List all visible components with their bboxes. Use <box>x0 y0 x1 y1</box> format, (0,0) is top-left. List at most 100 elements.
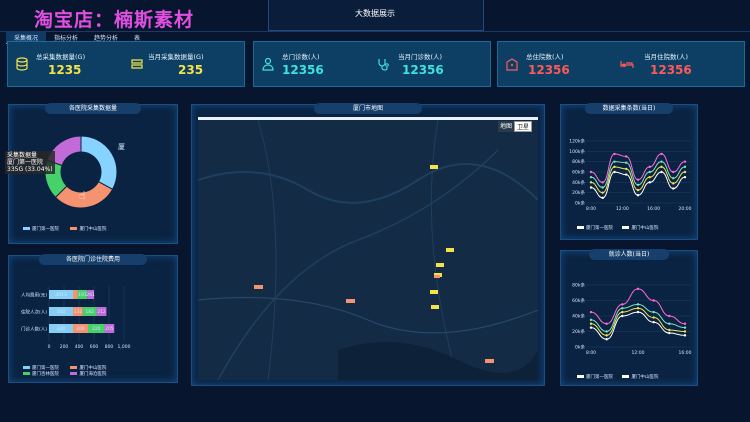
x-tick-label: 16:00 <box>679 350 692 356</box>
legend-item[interactable]: 厦门中山医院 <box>622 375 658 380</box>
bar-label: 310 <box>57 309 66 315</box>
donut-chart[interactable] <box>9 105 177 243</box>
x-tick-label: 600 <box>90 344 99 350</box>
bar-label: 320 <box>57 326 66 332</box>
legend-item[interactable]: 厦门中山医院 <box>622 226 658 231</box>
data-point <box>621 303 624 306</box>
data-point <box>683 170 687 174</box>
data-point <box>589 318 593 322</box>
data-point <box>683 175 687 179</box>
stack-icon <box>131 59 143 69</box>
kpi-total-outpatient: 总门诊数(人) 12356 <box>254 42 372 86</box>
x-tick-label: 800 <box>105 344 114 350</box>
visits-line-chart[interactable]: 0k条 20k条 40k条 60k条 80k条 8:00 12:00 16:00 <box>561 251 697 385</box>
panel-title-text: 厦门市地图 <box>352 105 383 112</box>
kpi-value: 12356 <box>402 63 444 77</box>
data-point <box>672 187 675 190</box>
data-point <box>672 170 675 174</box>
data-point <box>601 196 604 200</box>
data-point <box>636 307 640 310</box>
doctor-icon <box>262 57 274 71</box>
data-point <box>601 181 604 184</box>
legend-item[interactable]: 厦门中山医院 <box>70 366 106 371</box>
data-point <box>636 183 640 187</box>
panel-title: 厦门市地图 <box>314 103 422 114</box>
bar-label: 261 <box>86 292 95 298</box>
category-label: 住院人次(人) <box>21 309 47 316</box>
cost-bar-panel: 各医院门诊住院费用 0 200 400 600 800 1,000 人均费用(元) 3013 1… <box>8 254 178 383</box>
data-point <box>589 175 593 179</box>
data-point <box>683 322 687 325</box>
kpi-label: 总门诊数(人) <box>282 53 320 61</box>
kpi-value: 1235 <box>48 63 82 77</box>
data-point <box>683 160 687 163</box>
kpi-month-data: 当月采集数据量(G) 235 <box>126 42 244 86</box>
visits-line-panel: 就诊人数(当日) 0k条 20k条 40k条 60k条 80k条 8:00 12:00 16:… <box>560 249 698 386</box>
legend-item[interactable]: 厦门中山医院 <box>70 227 106 232</box>
collection-line-chart[interactable]: 0k条 20k条 40k条 60k条 80k条 100k条 120k条 8:00 12:00 16… <box>561 105 697 239</box>
legend-item[interactable]: 厦门第一医院 <box>577 226 613 231</box>
series-line <box>590 161 686 189</box>
data-point <box>652 299 655 302</box>
bar-label: 200 <box>76 326 85 332</box>
kpi-value: 12356 <box>650 63 692 77</box>
legend-item[interactable]: 厦门第一医院 <box>577 375 613 380</box>
data-point <box>668 314 671 318</box>
line1-legend: 厦门第一医院 厦门中山医院 <box>577 225 658 231</box>
legend-item[interactable]: 厦门第一医院 <box>23 366 59 371</box>
data-point <box>683 165 687 169</box>
data-point <box>648 181 651 184</box>
y-tick-label: 100k条 <box>569 148 585 155</box>
data-point <box>683 330 687 333</box>
data-point <box>613 160 616 163</box>
data-point <box>613 152 616 156</box>
x-tick-label: 200 <box>60 344 69 350</box>
y-tick-label: 60k条 <box>572 169 585 176</box>
data-point <box>636 178 640 181</box>
data-point <box>613 170 616 174</box>
data-point <box>621 310 624 314</box>
data-point <box>668 322 671 325</box>
x-tick-label: 1,000 <box>118 344 131 350</box>
data-point <box>672 177 675 180</box>
series-line <box>590 153 686 183</box>
data-point <box>625 173 628 176</box>
legend-item[interactable]: 厦门海沧医院 <box>70 372 106 377</box>
data-point <box>652 321 655 324</box>
map-panel: 厦门市地图 地图 卫星 <box>191 103 545 386</box>
satellite-mode-button[interactable]: 卫星 <box>514 121 533 132</box>
donut-panel: 各医院采集数据量 采集数据量 厦门第一医院 335G (33.04%) 厦 ☝ … <box>5 103 178 244</box>
map-canvas[interactable] <box>198 120 538 380</box>
kpi-group-inpatient: 总住院数(人) 12356 当月住院数(人) 12356 <box>497 41 745 87</box>
kpi-label: 当月门诊数(人) <box>398 53 443 61</box>
data-point <box>660 160 663 163</box>
data-point <box>683 326 687 329</box>
y-tick-label: 0k条 <box>575 344 585 351</box>
y-tick-label: 120k条 <box>569 138 585 145</box>
data-point <box>668 331 671 335</box>
data-point <box>589 170 593 174</box>
data-point <box>636 287 640 291</box>
legend-item[interactable]: 厦门第一医院 <box>23 227 59 232</box>
bar-label: 205 <box>105 326 114 332</box>
bar-label: 220 <box>92 326 101 332</box>
data-point <box>636 303 640 306</box>
bed-icon <box>620 61 634 68</box>
legend-item[interactable]: 厦门杏林医院 <box>23 372 59 377</box>
data-point <box>605 322 608 325</box>
data-point <box>683 334 687 337</box>
map-mode-button[interactable]: 地图 <box>498 121 515 132</box>
kpi-month-inpatient: 当月住院数(人) 12356 <box>616 42 744 86</box>
kpi-month-outpatient: 当月门诊数(人) 12356 <box>372 42 490 86</box>
x-tick-label: 20:00 <box>679 206 692 212</box>
line2-legend: 厦门第一医院 厦门中山医院 <box>577 374 658 380</box>
data-point <box>589 322 593 325</box>
cost-bar-chart[interactable]: 0 200 400 600 800 1,000人均费用(元) 3013 191 261住院人次(… <box>9 256 177 382</box>
data-point <box>636 188 640 192</box>
kpi-value: 12356 <box>282 63 324 77</box>
data-point <box>648 170 651 174</box>
y-tick-label: 40k条 <box>572 179 585 186</box>
bar-segment <box>73 290 78 299</box>
x-tick-label: 0 <box>48 344 51 350</box>
data-point <box>589 181 593 184</box>
